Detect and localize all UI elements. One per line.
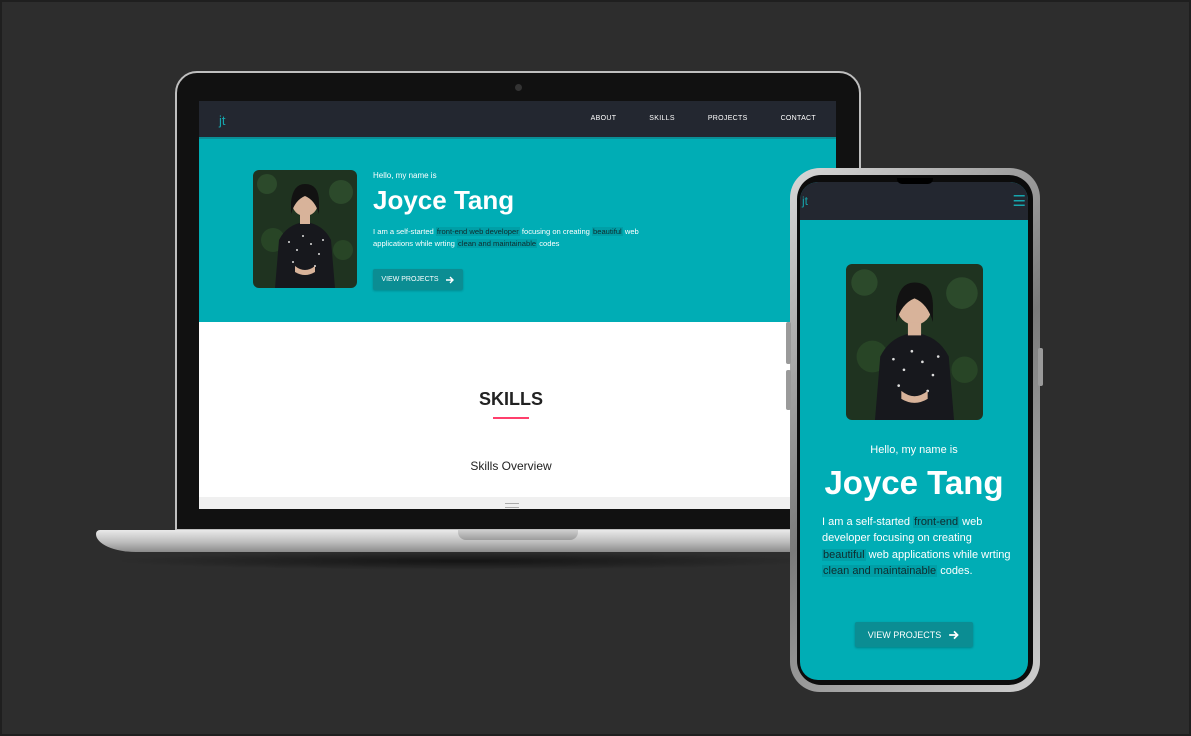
desc-part: focusing on creating [521, 227, 590, 236]
logo[interactable]: jt [219, 113, 226, 128]
laptop-shadow [110, 552, 820, 570]
laptop-notch [458, 530, 578, 540]
desc-part: codes. [937, 565, 973, 578]
desc-part: I am a self-started [822, 516, 914, 528]
button-label: VIEW PROJECTS [867, 629, 942, 640]
navbar: jt ABOUT SKILLS PROJECTS CONTACT [199, 101, 836, 139]
title-underline [493, 417, 529, 419]
view-projects-button[interactable]: VIEW PROJECTS [855, 622, 973, 647]
hero-name: Joyce Tang [824, 464, 1004, 501]
hero-greeting: Hello, my name is [870, 444, 958, 456]
hero-description: I am a self-started front-end web develo… [373, 226, 673, 250]
desc-highlight: front-end web developer [435, 227, 520, 236]
view-projects-button[interactable]: VIEW PROJECTS [373, 269, 463, 290]
desc-part: codes [537, 239, 560, 248]
mobile-navbar: jt ☰ [800, 182, 1028, 220]
camera-icon [515, 84, 522, 91]
phone-side-button [786, 322, 791, 364]
skills-title: SKILLS [478, 389, 543, 409]
desc-highlight: beautiful [822, 548, 866, 561]
desc-highlight: clean and maintainable [822, 565, 938, 578]
profile-photo [846, 264, 983, 420]
arrow-right-icon [949, 630, 960, 639]
desc-part: focusing on creating [873, 532, 972, 545]
hero-greeting: Hello, my name is [373, 171, 437, 180]
nav-link-contact[interactable]: CONTACT [781, 115, 816, 122]
nav-link-skills[interactable]: SKILLS [649, 115, 675, 122]
button-label: VIEW PROJECTS [381, 276, 439, 283]
laptop-screen: jt ABOUT SKILLS PROJECTS CONTACT Hello, … [199, 101, 836, 509]
phone-side-button [1038, 348, 1043, 386]
drag-handle-icon[interactable] [505, 503, 519, 508]
nav-links: ABOUT SKILLS PROJECTS CONTACT [591, 115, 816, 122]
logo[interactable]: jt [802, 194, 808, 208]
hero-section: Hello, my name is Joyce Tang I am a self… [199, 139, 836, 322]
desc-part: I am a self-started [373, 227, 436, 236]
skills-subtitle: Skills Overview [470, 459, 552, 473]
desc-highlight: front-end [913, 516, 960, 528]
arrow-right-icon [445, 276, 454, 283]
nav-link-about[interactable]: ABOUT [591, 115, 617, 122]
phone-side-button [786, 370, 791, 410]
hero-description: I am a self-started front-end web develo… [822, 514, 1012, 580]
desc-highlight: beautiful [592, 227, 623, 236]
profile-photo [253, 170, 357, 288]
hero-name: Joyce Tang [373, 185, 515, 215]
desc-part: web applications while wrting [865, 548, 1011, 561]
nav-link-projects[interactable]: PROJECTS [708, 115, 748, 122]
desc-highlight: clean and maintainable [457, 239, 538, 248]
phone-notch [897, 178, 933, 184]
phone-screen: jt ☰ Hello, my name is Joyce Tang I am a… [800, 182, 1028, 680]
hamburger-icon[interactable]: ☰ [1013, 192, 1026, 210]
